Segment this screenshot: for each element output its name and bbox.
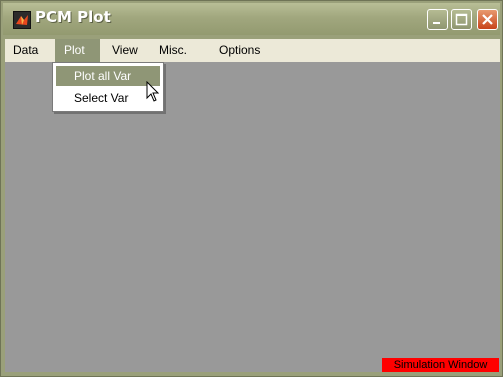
app-window: PCM Plot Data Plot View Misc. Options Pl… <box>0 0 503 377</box>
close-button[interactable] <box>477 9 498 30</box>
menu-options[interactable]: Options <box>213 39 266 62</box>
menu-plot[interactable]: Plot <box>55 39 100 62</box>
menu-misc[interactable]: Misc. <box>153 39 193 62</box>
mouse-cursor-icon <box>146 80 160 107</box>
menu-option-select-var[interactable]: Select Var <box>56 88 160 108</box>
matlab-icon[interactable] <box>13 11 31 29</box>
maximize-button[interactable] <box>451 9 472 30</box>
menu-bar: Data Plot View Misc. Options <box>5 39 500 62</box>
minimize-icon <box>428 14 447 33</box>
window-title: PCM Plot <box>35 8 111 26</box>
menu-data[interactable]: Data <box>7 39 44 62</box>
maximize-icon <box>452 13 471 33</box>
menu-view[interactable]: View <box>106 39 144 62</box>
menu-option-plot-all-var[interactable]: Plot all Var <box>56 66 160 86</box>
close-icon <box>478 14 497 33</box>
minimize-button[interactable] <box>427 9 448 30</box>
title-bar[interactable]: PCM Plot <box>3 3 500 35</box>
simulation-window-label: Simulation Window <box>382 358 499 372</box>
